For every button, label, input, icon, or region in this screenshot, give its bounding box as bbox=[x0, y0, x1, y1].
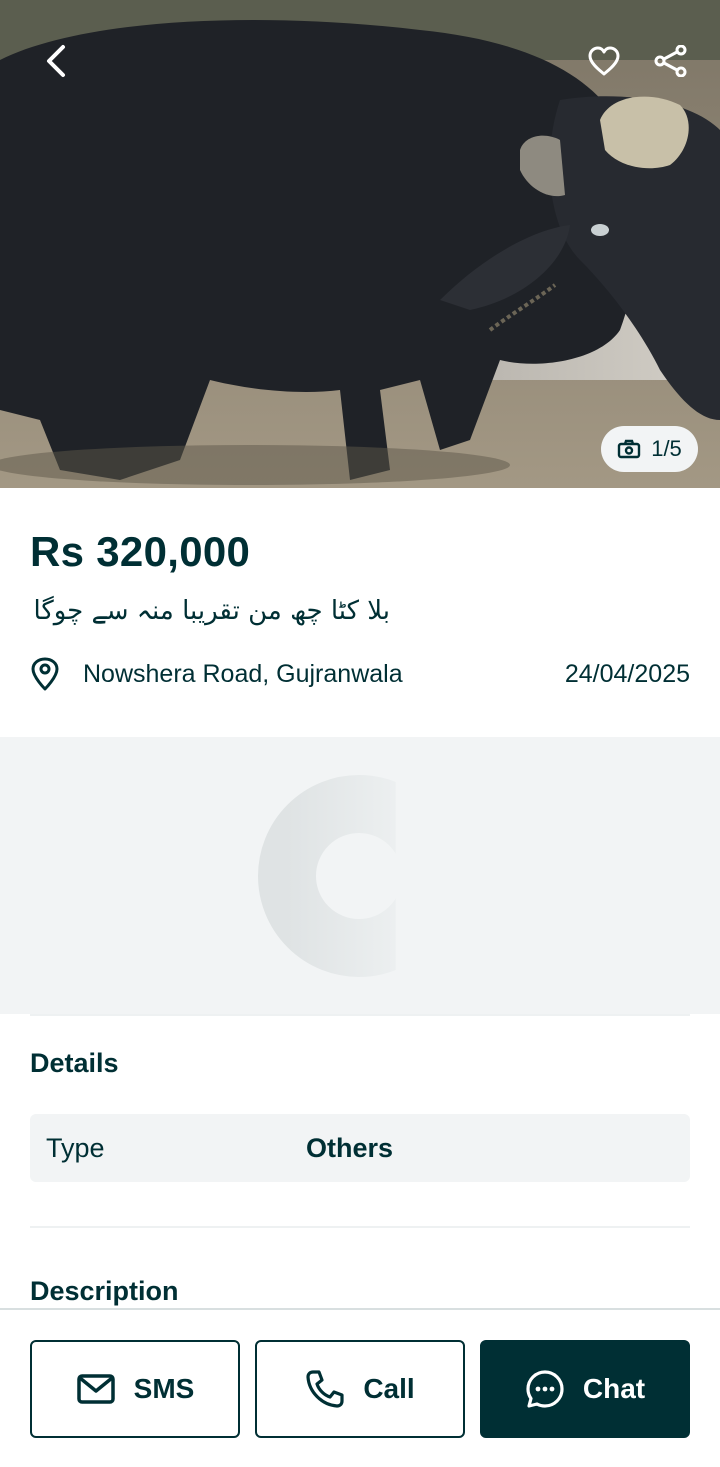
listing-photo[interactable]: 1/5 bbox=[0, 0, 720, 488]
favorite-button[interactable] bbox=[580, 37, 628, 85]
call-button-label: Call bbox=[363, 1373, 415, 1404]
listing-title: بلا کٹا چھ من تقریبا منہ سے چوگا bbox=[33, 596, 390, 626]
listing-location: Nowshera Road, Gujranwala bbox=[83, 659, 403, 688]
description-heading: Description bbox=[30, 1276, 179, 1306]
share-button[interactable] bbox=[647, 37, 695, 85]
section-divider bbox=[30, 1226, 690, 1228]
listing-date: 24/04/2025 bbox=[564, 659, 690, 688]
chat-button-label: Chat bbox=[582, 1373, 646, 1404]
image-counter: 1/5 bbox=[651, 436, 682, 461]
chat-button[interactable]: Chat bbox=[480, 1340, 690, 1438]
detail-row-type: Type Others bbox=[30, 1114, 690, 1182]
heart-icon bbox=[588, 46, 620, 76]
detail-key: Type bbox=[46, 1132, 105, 1163]
location-pin-icon bbox=[30, 652, 68, 696]
chevron-left-icon bbox=[47, 45, 65, 77]
share-icon bbox=[654, 45, 687, 77]
sms-button-label: SMS bbox=[133, 1373, 195, 1404]
ad-placeholder bbox=[0, 737, 720, 1014]
back-button[interactable] bbox=[32, 37, 80, 85]
chat-icon bbox=[526, 1370, 564, 1408]
detail-value: Others bbox=[306, 1132, 394, 1163]
details-heading: Details bbox=[30, 1048, 119, 1078]
mail-icon bbox=[76, 1374, 115, 1404]
location-row: Nowshera Road, Gujranwala 24/04/2025 bbox=[30, 652, 690, 696]
phone-icon bbox=[306, 1370, 344, 1408]
image-counter-badge[interactable]: 1/5 bbox=[601, 426, 698, 472]
listing-price: Rs 320,000 bbox=[30, 528, 251, 575]
call-button[interactable]: Call bbox=[255, 1340, 465, 1438]
camera-icon bbox=[618, 439, 641, 459]
contact-action-bar: SMS Call Chat bbox=[0, 1308, 720, 1467]
sms-button[interactable]: SMS bbox=[30, 1340, 240, 1438]
loading-spinner-icon bbox=[258, 775, 460, 977]
section-divider bbox=[30, 1014, 690, 1016]
